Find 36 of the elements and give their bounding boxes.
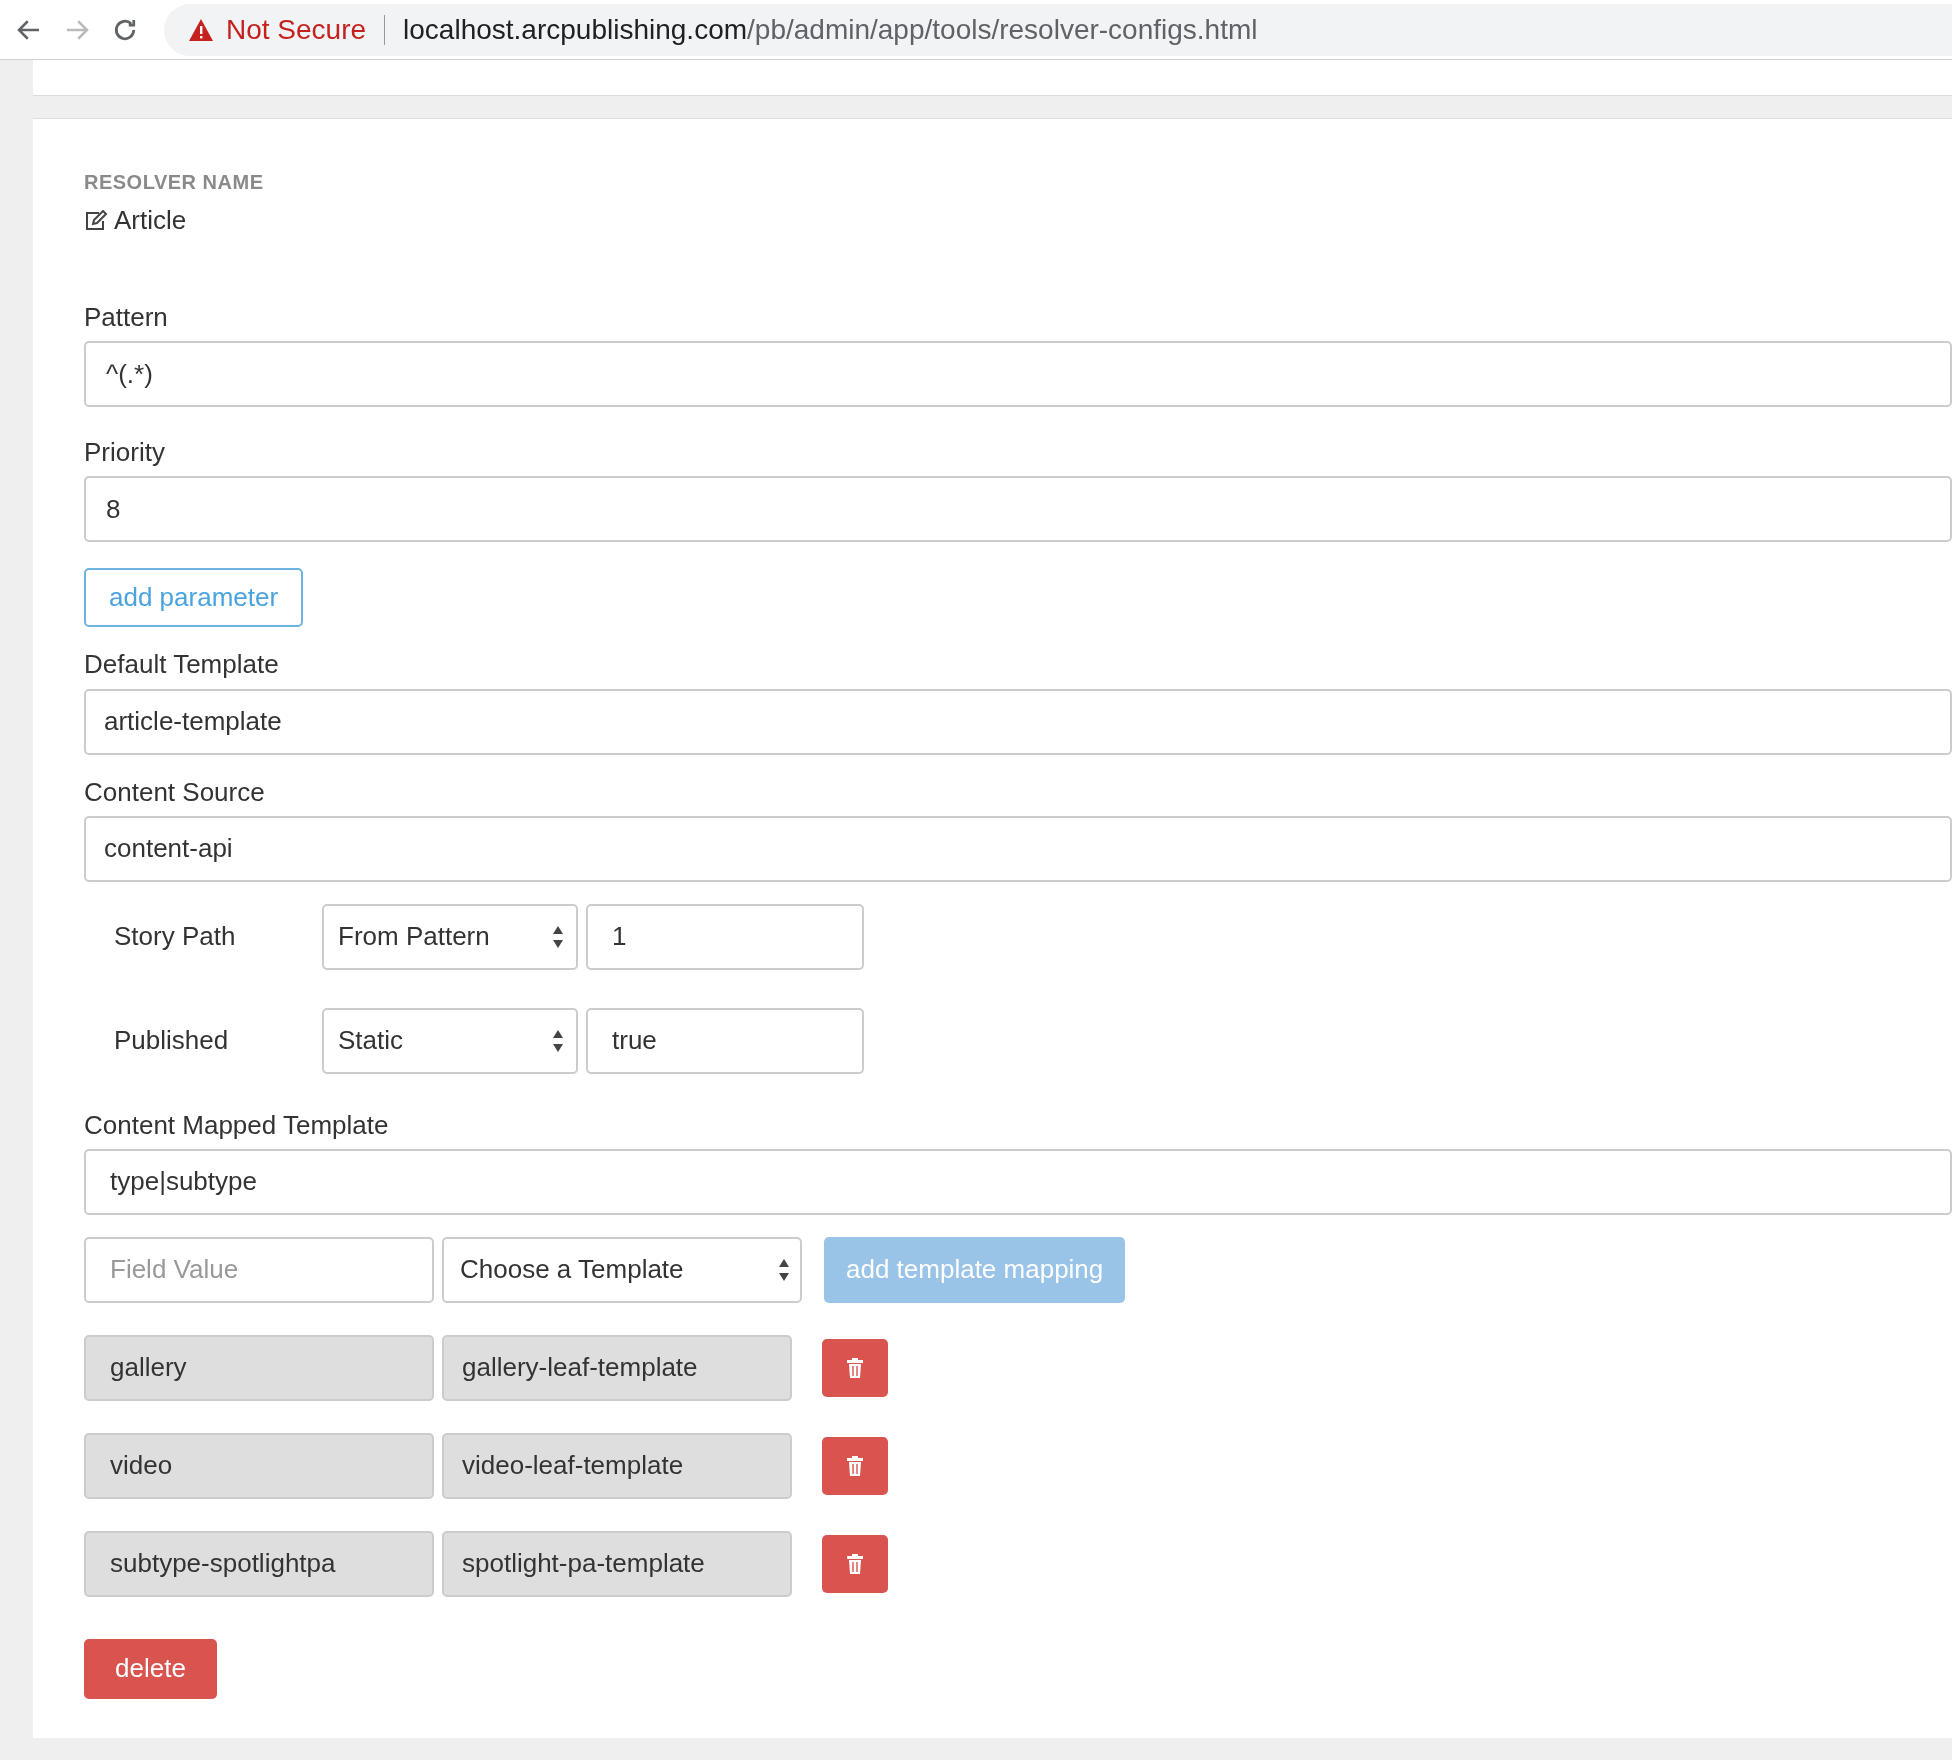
content-source-field[interactable]: content-api [84,815,1952,882]
mapping-field-value[interactable]: subtype-spotlightpa [84,1530,434,1597]
mapping-field-value[interactable]: gallery [84,1334,434,1401]
mapping-field-value[interactable]: video [84,1432,434,1499]
address-bar[interactable]: Not Secure localhost.arcpublishing.com/pb/admin/app/tools/resolver-configs.html [164,3,1952,56]
trash-icon [847,1357,863,1378]
parameter-value-field[interactable]: 1 [586,903,864,970]
mapping-template[interactable]: video-leaf-template [442,1432,792,1499]
field-label: Pattern [84,302,169,334]
field-label: Priority [84,437,166,469]
delete-mapping-button[interactable] [822,1534,888,1593]
pattern-field[interactable]: ^(.*) [84,341,1952,408]
parameter-value-field[interactable]: true [586,1007,864,1074]
warning-icon [188,17,214,42]
trash-icon [847,1553,863,1574]
parameter-label: Story Path [113,920,237,954]
parameter-label: Published [113,1024,230,1058]
resolver-name: Article [114,204,187,237]
field-label: Default Template [84,649,280,681]
priority-field[interactable]: 8 [84,476,1952,543]
delete-mapping-button[interactable] [822,1338,888,1397]
delete-mapping-button[interactable] [822,1436,888,1495]
trash-icon [847,1455,863,1476]
section-label: RESOLVER NAME [84,170,265,195]
source-select[interactable]: Static [322,1007,578,1074]
security-label: Not Secure [226,12,367,47]
mapping-template[interactable]: spotlight-pa-template [442,1530,792,1597]
url-text: localhost.arcpublishing.com/pb/admin/app/tools/resolver-configs.html [403,12,1258,47]
default-template-field[interactable]: article-template [84,688,1952,755]
edit-icon[interactable] [84,209,108,232]
mapping-template[interactable]: gallery-leaf-template [442,1334,792,1401]
mapped-field-input[interactable]: type|subtype [84,1148,1952,1215]
field-label: Content Source [84,776,266,808]
delete-button[interactable]: delete [84,1638,217,1699]
field-label: Content Mapped Template [84,1109,390,1141]
source-select[interactable]: From Pattern [322,903,578,970]
